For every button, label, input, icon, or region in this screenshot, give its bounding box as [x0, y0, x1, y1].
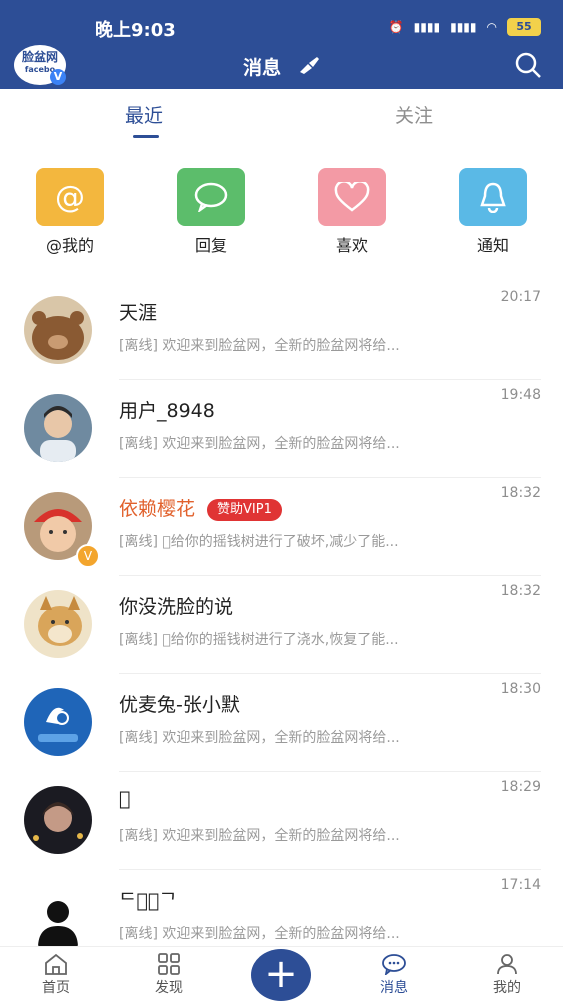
avatar — [24, 590, 92, 658]
app-header: 晚上9:03 ⏰ ▮▮▮▮ ▮▮▮▮ ◠ 55 脸盆网 facebo V 消息 — [0, 0, 563, 89]
bell-icon — [459, 168, 527, 226]
wifi-icon: ◠ — [486, 20, 497, 34]
message-preview: [离线] 欢迎来到脸盆网，全新的脸盆网将给... — [119, 828, 400, 844]
quick-actions: @ @我的 回复 喜欢 通知 — [0, 168, 563, 258]
contact-name: 优麦兔-张小默 — [119, 694, 240, 716]
quick-replies-label: 回复 — [194, 236, 227, 255]
page-title: 消息 — [0, 53, 563, 80]
home-icon — [26, 951, 86, 977]
chat-bubble-icon — [177, 168, 245, 226]
message-list: 天涯 20:17 [离线] 欢迎来到脸盆网，全新的脸盆网将给... 用户_894… — [0, 282, 563, 968]
list-item[interactable]: 你没洗脸的说 18:32 [离线] 􏰀给你的摇钱树进行了浇水,恢复了能... — [0, 576, 563, 674]
message-time: 18:29 — [500, 779, 541, 795]
quick-mentions[interactable]: @ @我的 — [36, 168, 104, 256]
nav-profile[interactable]: 我的 — [477, 951, 537, 997]
message-preview: [离线] 􏰀给你的摇钱树进行了破坏,减少了能... — [119, 534, 399, 550]
plus-icon: + — [264, 951, 298, 997]
nav-discover[interactable]: 发现 — [139, 951, 199, 997]
message-preview: [离线] 欢迎来到脸盆网，全新的脸盆网将给... — [119, 436, 400, 452]
list-item[interactable]: 天涯 20:17 [离线] 欢迎来到脸盆网，全新的脸盆网将给... — [0, 282, 563, 380]
avatar — [24, 394, 92, 462]
nav-profile-label: 我的 — [493, 980, 521, 996]
quick-replies[interactable]: 回复 — [177, 168, 245, 256]
signal-icon: ▮▮▮▮ — [413, 20, 441, 34]
message-time: 18:32 — [500, 485, 541, 501]
list-item[interactable]: 􏰀 18:29 [离线] 欢迎来到脸盆网，全新的脸盆网将给... — [0, 772, 563, 870]
contact-name: 你没洗脸的说 — [119, 596, 234, 618]
message-preview: [离线] 欢迎来到脸盆网，全新的脸盆网将给... — [119, 926, 400, 942]
vip-badge: 赞助VIP1 — [207, 498, 282, 521]
message-time: 18:30 — [500, 681, 541, 697]
bottom-navigation: 首页 发现 + 消息 我的 — [0, 946, 563, 1001]
quick-mentions-label: @我的 — [45, 236, 94, 255]
quick-notifications[interactable]: 通知 — [459, 168, 527, 256]
list-item[interactable]: V 依赖樱花 赞助VIP1 18:32 [离线] 􏰀给你的摇钱树进行了破坏,减少了… — [0, 478, 563, 576]
nav-messages[interactable]: 消息 — [364, 951, 424, 997]
active-tab-indicator — [133, 135, 159, 138]
message-preview: [离线] 欢迎来到脸盆网，全新的脸盆网将给... — [119, 730, 400, 746]
contact-name: 用户_8948 — [119, 400, 215, 422]
contact-name: ᄃ􏰀􏰀ᄀ — [119, 890, 177, 912]
battery-icon: 55 — [507, 18, 541, 36]
alarm-icon: ⏰ — [388, 20, 404, 34]
contact-name-text: 依赖樱花 — [119, 498, 196, 520]
message-time: 19:48 — [500, 387, 541, 403]
message-preview: [离线] 􏰀给你的摇钱树进行了浇水,恢复了能... — [119, 632, 399, 648]
heart-icon — [318, 168, 386, 226]
tab-recent[interactable]: 最近 — [125, 101, 163, 128]
contact-name: 依赖樱花 赞助VIP1 — [119, 494, 282, 521]
quick-likes[interactable]: 喜欢 — [318, 168, 386, 256]
message-tabs: 最近 关注 — [0, 89, 563, 144]
avatar — [24, 786, 92, 854]
list-item[interactable]: 用户_8948 19:48 [离线] 欢迎来到脸盆网，全新的脸盆网将给... — [0, 380, 563, 478]
contact-name: 􏰀 — [119, 788, 131, 810]
message-time: 17:14 — [500, 877, 541, 893]
user-icon — [477, 951, 537, 977]
status-icons: ⏰ ▮▮▮▮ ▮▮▮▮ ◠ 55 — [389, 18, 541, 36]
message-time: 20:17 — [500, 289, 541, 305]
message-preview: [离线] 欢迎来到脸盆网，全新的脸盆网将给... — [119, 338, 400, 354]
tab-follow[interactable]: 关注 — [395, 101, 433, 128]
page-title-text: 消息 — [243, 57, 282, 79]
avatar — [24, 296, 92, 364]
quick-likes-label: 喜欢 — [335, 236, 368, 255]
search-icon[interactable] — [515, 52, 541, 78]
avatar — [24, 884, 92, 952]
nav-home[interactable]: 首页 — [26, 951, 86, 997]
nav-discover-label: 发现 — [155, 980, 183, 996]
quick-notifications-label: 通知 — [476, 236, 509, 255]
contact-name: 天涯 — [119, 302, 158, 324]
list-item[interactable]: 优麦兔-张小默 18:30 [离线] 欢迎来到脸盆网，全新的脸盆网将给... — [0, 674, 563, 772]
message-time: 18:32 — [500, 583, 541, 599]
compose-button[interactable]: + — [251, 949, 311, 1001]
broom-icon[interactable] — [298, 56, 320, 79]
avatar — [24, 688, 92, 756]
signal-icon-2: ▮▮▮▮ — [450, 20, 477, 34]
message-bubble-icon — [364, 951, 424, 977]
vip-verified-icon: V — [76, 544, 100, 568]
nav-home-label: 首页 — [42, 980, 70, 996]
at-icon: @ — [36, 168, 104, 226]
grid-icon — [139, 951, 199, 977]
nav-messages-label: 消息 — [380, 980, 408, 996]
status-time: 晚上9:03 — [95, 20, 176, 41]
